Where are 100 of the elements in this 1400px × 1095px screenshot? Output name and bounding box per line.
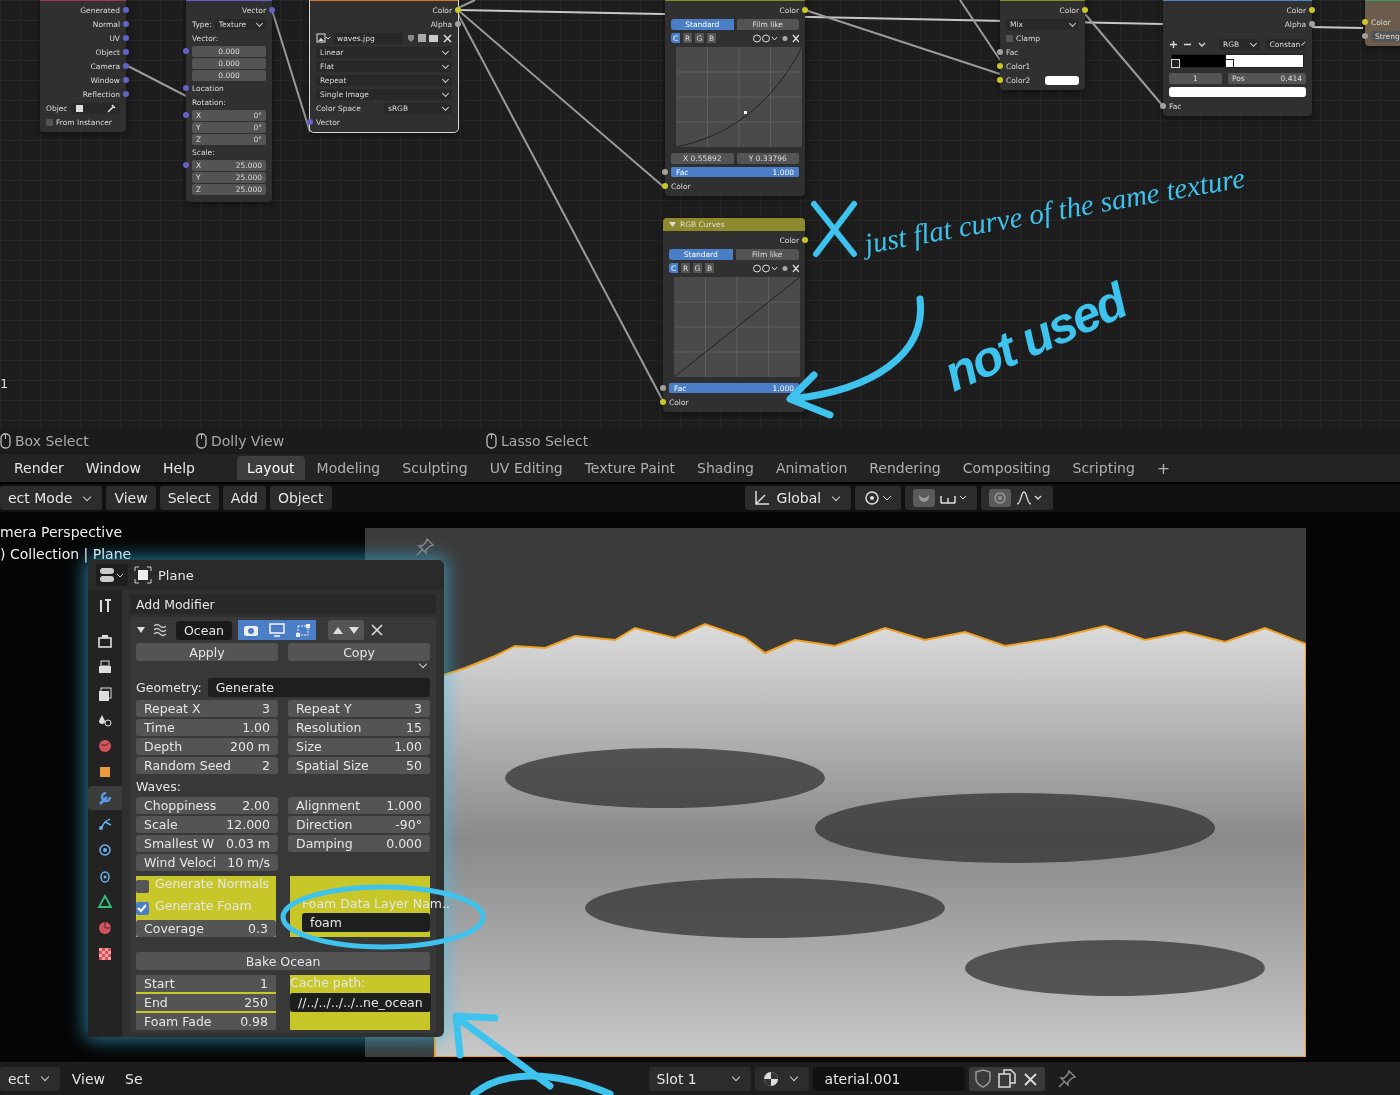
mode-dropdown[interactable]: ect Mode bbox=[0, 486, 103, 510]
workspace-tab[interactable]: Rendering bbox=[859, 456, 951, 480]
node-socket[interactable] bbox=[183, 48, 189, 54]
number-field[interactable]: Start 1 bbox=[136, 975, 276, 992]
node-socket[interactable] bbox=[1362, 19, 1368, 25]
node-socket[interactable] bbox=[123, 21, 129, 27]
color-swatch[interactable] bbox=[1169, 87, 1306, 97]
node-socket[interactable] bbox=[123, 91, 129, 97]
node-socket[interactable] bbox=[997, 77, 1003, 83]
node-socket[interactable] bbox=[123, 7, 129, 13]
ramp-stop-handle[interactable] bbox=[1225, 59, 1235, 68]
number-field[interactable]: Time 1.00 bbox=[136, 719, 278, 736]
slot-dropdown[interactable]: Slot 1 bbox=[648, 1066, 751, 1091]
number-field[interactable]: Alignment 1.000 bbox=[288, 797, 430, 814]
node-socket[interactable] bbox=[997, 49, 1003, 55]
copy-icon[interactable] bbox=[995, 1068, 1018, 1089]
material-browse-button[interactable] bbox=[754, 1066, 809, 1091]
workspace-tab[interactable]: Sculpting bbox=[392, 456, 478, 480]
node-socket[interactable] bbox=[307, 119, 313, 125]
node-socket[interactable] bbox=[269, 7, 275, 13]
node-socket[interactable] bbox=[183, 112, 189, 118]
menu-button[interactable]: Se bbox=[117, 1066, 151, 1091]
checkbox[interactable] bbox=[136, 879, 149, 893]
workspace-tab[interactable]: Compositing bbox=[952, 456, 1061, 480]
node-socket[interactable] bbox=[183, 162, 189, 168]
node-socket[interactable] bbox=[123, 77, 129, 83]
node-socket[interactable] bbox=[660, 399, 666, 405]
menu-item[interactable]: Render bbox=[4, 456, 74, 480]
color-ramp[interactable] bbox=[1171, 54, 1304, 68]
pin-icon[interactable] bbox=[416, 538, 434, 556]
workspace-tab[interactable]: UV Editing bbox=[479, 456, 573, 480]
material-name-field[interactable]: aterial.001 bbox=[812, 1066, 965, 1091]
down-arrow-icon[interactable] bbox=[346, 624, 362, 636]
number-field[interactable]: Direction -90° bbox=[288, 816, 430, 833]
workspace-tab[interactable]: Animation bbox=[765, 456, 858, 480]
node-socket[interactable] bbox=[1309, 21, 1315, 27]
node-socket[interactable] bbox=[1362, 33, 1368, 39]
checkbox[interactable] bbox=[136, 901, 149, 915]
node-socket[interactable] bbox=[1082, 7, 1088, 13]
menu-item[interactable]: Help bbox=[153, 456, 205, 480]
pivot-dropdown[interactable] bbox=[855, 486, 902, 510]
number-field[interactable]: Repeat X 3 bbox=[136, 700, 278, 717]
image-actions-icon[interactable] bbox=[406, 33, 440, 43]
add-modifier-dropdown[interactable]: Add Modifier bbox=[130, 594, 436, 614]
node-socket[interactable] bbox=[662, 183, 668, 189]
close-icon[interactable] bbox=[370, 623, 384, 637]
move-buttons[interactable] bbox=[328, 620, 364, 640]
number-field[interactable]: Size 1.00 bbox=[288, 738, 430, 755]
menu-button[interactable]: View bbox=[106, 486, 156, 510]
editor-type-button[interactable] bbox=[96, 564, 128, 586]
menu-button[interactable]: Add bbox=[222, 486, 266, 510]
node-socket[interactable] bbox=[1309, 7, 1315, 13]
node-socket[interactable] bbox=[802, 237, 808, 243]
node-socket[interactable] bbox=[662, 169, 668, 175]
workspace-tab[interactable]: Modeling bbox=[306, 456, 391, 480]
node-socket[interactable] bbox=[802, 7, 808, 13]
curve-tools-icon[interactable] bbox=[753, 263, 799, 273]
node-socket[interactable] bbox=[455, 21, 461, 27]
number-field[interactable]: Random Seed 2 bbox=[136, 757, 278, 774]
mode-dropdown[interactable]: ect bbox=[0, 1066, 60, 1091]
workspace-tab[interactable]: Layout bbox=[236, 456, 305, 480]
curve-tools-icon[interactable] bbox=[753, 33, 799, 43]
workspace-tab[interactable]: Shading bbox=[687, 456, 764, 480]
apply-button[interactable]: Apply bbox=[136, 643, 278, 661]
number-field[interactable]: End 250 bbox=[136, 994, 276, 1011]
snap-toggle[interactable] bbox=[905, 486, 978, 510]
node-socket[interactable] bbox=[183, 85, 189, 91]
number-field[interactable]: Damping 0.000 bbox=[288, 835, 430, 852]
node-socket[interactable] bbox=[123, 63, 129, 69]
number-field[interactable]: Coverage 0.3 bbox=[136, 920, 276, 937]
modifier-name-field[interactable]: Ocean bbox=[176, 620, 232, 640]
close-icon[interactable] bbox=[443, 33, 452, 43]
menu-button[interactable]: Object bbox=[269, 486, 332, 510]
node-socket[interactable] bbox=[660, 385, 666, 391]
add-workspace-button[interactable]: + bbox=[1146, 454, 1181, 482]
node-socket[interactable] bbox=[455, 7, 461, 13]
proportional-toggle[interactable] bbox=[981, 486, 1054, 510]
menu-button[interactable]: Select bbox=[159, 486, 219, 510]
node-socket[interactable] bbox=[1160, 103, 1166, 109]
pin-icon[interactable] bbox=[1056, 1068, 1077, 1089]
menu-item[interactable]: Window bbox=[75, 456, 152, 480]
cache-path-field[interactable]: //../../../../..ne_ocean bbox=[290, 992, 431, 1012]
collapse-icon[interactable] bbox=[136, 625, 146, 635]
node-socket[interactable] bbox=[123, 35, 129, 41]
geometry-dropdown[interactable]: Generate bbox=[207, 677, 430, 697]
checkbox[interactable] bbox=[1006, 34, 1013, 42]
number-field[interactable]: Repeat Y 3 bbox=[288, 700, 430, 717]
copy-button[interactable]: Copy bbox=[288, 643, 430, 661]
number-field[interactable]: Foam Fade 0.98 bbox=[136, 1013, 276, 1030]
node-socket[interactable] bbox=[123, 49, 129, 55]
number-field[interactable]: Scale 12.000 bbox=[136, 816, 278, 833]
number-field[interactable]: Depth 200 m bbox=[136, 738, 278, 755]
number-field[interactable]: Smallest W 0.03 m bbox=[136, 835, 278, 852]
orientation-dropdown[interactable]: Global bbox=[744, 486, 852, 510]
object-field[interactable] bbox=[70, 102, 120, 114]
number-field[interactable]: Resolution 15 bbox=[288, 719, 430, 736]
bake-ocean-button[interactable]: Bake Ocean bbox=[136, 952, 430, 970]
number-field[interactable]: Wind Veloci 10 m/s bbox=[136, 854, 278, 871]
node-socket[interactable] bbox=[997, 63, 1003, 69]
menu-button[interactable]: View bbox=[63, 1066, 114, 1091]
